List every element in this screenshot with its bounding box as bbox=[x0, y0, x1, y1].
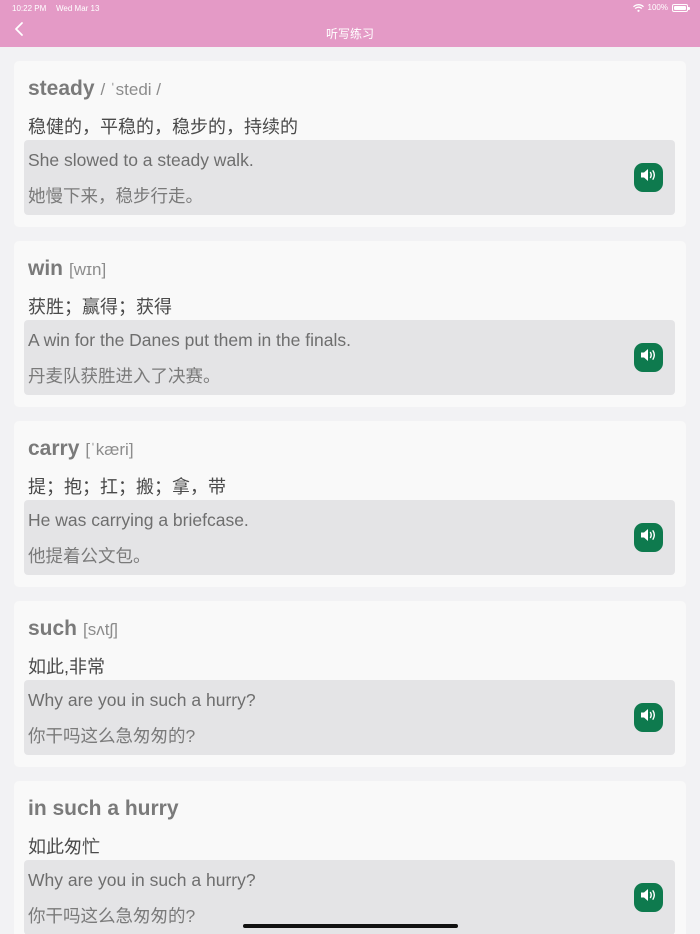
meaning-text: 稳健的，平稳的，稳步的，持续的 bbox=[28, 117, 298, 137]
example-chinese: 他提着公文包。 bbox=[28, 546, 151, 566]
word-text: win bbox=[28, 257, 63, 280]
speaker-icon bbox=[640, 708, 658, 727]
word-text: in such a hurry bbox=[28, 797, 179, 820]
word-card: win [wɪn] 获胜；赢得；获得 A win for the Danes pu… bbox=[14, 241, 686, 407]
word-line: in such a hurry bbox=[28, 797, 185, 821]
example-english: She slowed to a steady walk. bbox=[28, 150, 254, 170]
word-line: such [sʌtʃ] bbox=[28, 617, 118, 641]
play-audio-button[interactable] bbox=[634, 883, 663, 912]
word-text: steady bbox=[28, 77, 95, 100]
battery-icon bbox=[672, 3, 690, 12]
meaning-text: 如此,非常 bbox=[28, 657, 106, 677]
example-chinese: 你干吗这么急匆匆的? bbox=[28, 906, 196, 926]
play-audio-button[interactable] bbox=[634, 523, 663, 552]
play-audio-button[interactable] bbox=[634, 163, 663, 192]
phonetic-text: [sʌtʃ] bbox=[83, 620, 118, 639]
example-english: Why are you in such a hurry? bbox=[28, 870, 256, 890]
word-line: carry [ˈkæri] bbox=[28, 437, 134, 461]
word-line: win [wɪn] bbox=[28, 257, 106, 281]
example-box: A win for the Danes put them in the fina… bbox=[24, 320, 675, 395]
speaker-icon bbox=[640, 528, 658, 547]
meaning-text: 如此匆忙 bbox=[28, 837, 100, 857]
speaker-icon bbox=[640, 348, 658, 367]
example-box: She slowed to a steady walk. 她慢下来，稳步行走。 bbox=[24, 140, 675, 215]
example-english: A win for the Danes put them in the fina… bbox=[28, 330, 351, 350]
word-card: such [sʌtʃ] 如此,非常 Why are you in such a h… bbox=[14, 601, 686, 767]
word-line: steady / ˈstedi / bbox=[28, 77, 161, 101]
navigation-bar: 听写练习 bbox=[0, 16, 700, 47]
phonetic-text: / ˈstedi / bbox=[100, 80, 162, 99]
word-card: carry [ˈkæri] 提；抱；扛；搬；拿，带 He was carrying… bbox=[14, 421, 686, 587]
example-box: Why are you in such a hurry? 你干吗这么急匆匆的? bbox=[24, 860, 675, 934]
phonetic-text: [wɪn] bbox=[69, 260, 107, 279]
play-audio-button[interactable] bbox=[634, 703, 663, 732]
play-audio-button[interactable] bbox=[634, 343, 663, 372]
word-card: in such a hurry 如此匆忙 Why are you in such… bbox=[14, 781, 686, 934]
example-box: Why are you in such a hurry? 你干吗这么急匆匆的? bbox=[24, 680, 675, 755]
example-box: He was carrying a briefcase. 他提着公文包。 bbox=[24, 500, 675, 575]
meaning-text: 获胜；赢得；获得 bbox=[28, 297, 172, 317]
status-bar: 10:22 PM Wed Mar 13 100% bbox=[0, 0, 700, 16]
status-right: 100% bbox=[632, 3, 690, 12]
word-text: carry bbox=[28, 437, 80, 460]
wifi-icon bbox=[632, 3, 644, 12]
example-english: Why are you in such a hurry? bbox=[28, 690, 256, 710]
example-chinese: 丹麦队获胜进入了决赛。 bbox=[28, 366, 221, 386]
home-indicator[interactable] bbox=[243, 924, 458, 928]
app-root: 10:22 PM Wed Mar 13 100% 听写练习 steady / ˈ… bbox=[0, 0, 700, 934]
meaning-text: 提；抱；扛；搬；拿，带 bbox=[28, 477, 226, 497]
example-english: He was carrying a briefcase. bbox=[28, 510, 249, 530]
status-time: 10:22 PM bbox=[12, 4, 47, 13]
battery-percent: 100% bbox=[647, 3, 668, 12]
status-date: Wed Mar 13 bbox=[56, 4, 100, 13]
speaker-icon bbox=[640, 168, 658, 187]
example-chinese: 她慢下来，稳步行走。 bbox=[28, 186, 203, 206]
word-text: such bbox=[28, 617, 78, 640]
speaker-icon bbox=[640, 888, 658, 907]
word-card: steady / ˈstedi / 稳健的，平稳的，稳步的，持续的 She slo… bbox=[14, 61, 686, 227]
example-chinese: 你干吗这么急匆匆的? bbox=[28, 726, 196, 746]
page-title: 听写练习 bbox=[325, 27, 374, 41]
top-bar: 10:22 PM Wed Mar 13 100% 听写练习 bbox=[0, 0, 700, 47]
phonetic-text: [ˈkæri] bbox=[85, 440, 134, 459]
